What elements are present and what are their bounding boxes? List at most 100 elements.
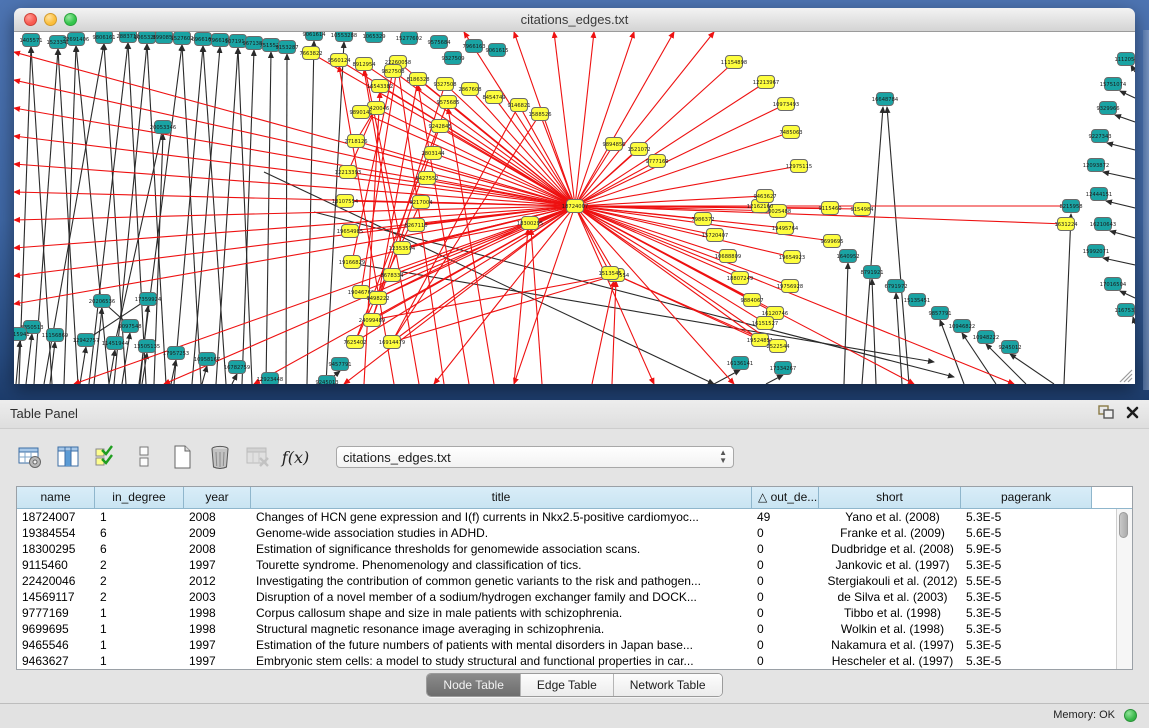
graph-node[interactable]: 10958167 xyxy=(194,353,220,366)
graph-node[interactable]: 9327509 xyxy=(441,52,464,65)
network-window-titlebar[interactable]: citations_edges.txt xyxy=(14,8,1135,32)
function-builder-icon[interactable]: f(x) xyxy=(282,444,309,471)
table-row[interactable]: 1872400712008Changes of HCN gene express… xyxy=(17,509,1132,525)
graph-node[interactable]: 15992071 xyxy=(1083,245,1109,258)
column-header-name[interactable]: name xyxy=(17,487,95,508)
graph-node[interactable]: 7986372 xyxy=(691,213,714,226)
graph-node[interactable]: 1527602 xyxy=(170,32,193,45)
graph-node[interactable]: 7663822 xyxy=(299,47,322,60)
graph-node[interactable]: 10553288 xyxy=(331,32,357,42)
table-settings-icon[interactable] xyxy=(16,444,43,471)
graph-node[interactable]: 12975115 xyxy=(786,160,812,173)
graph-node[interactable]: 16648784 xyxy=(872,93,899,106)
graph-node[interactable]: 19756928 xyxy=(777,280,803,293)
graph-node[interactable]: 1167533 xyxy=(1114,304,1135,317)
graph-node[interactable]: 7485063 xyxy=(779,126,802,139)
graph-node[interactable]: 12093872 xyxy=(1083,159,1109,172)
graph-node[interactable]: 9154984 xyxy=(850,203,874,216)
graph-node[interactable]: 9884067 xyxy=(740,294,763,307)
graph-node[interactable]: 9242845 xyxy=(428,120,451,133)
graph-node[interactable]: 9327508 xyxy=(433,78,456,91)
graph-node[interactable]: 15720407 xyxy=(702,229,728,242)
new-document-icon[interactable] xyxy=(168,444,195,471)
graph-node[interactable]: 17957253 xyxy=(163,347,189,360)
graph-node[interactable]: 9890141 xyxy=(349,106,372,119)
column-header-title[interactable]: title xyxy=(251,487,752,508)
tab-node-table[interactable]: Node Table xyxy=(427,674,521,696)
graph-node[interactable]: 9894856 xyxy=(602,138,625,151)
table-row[interactable]: 946362711997Embryonic stem cells: a mode… xyxy=(17,653,1132,669)
column-header-pagerank[interactable]: pagerank xyxy=(961,487,1092,508)
graph-node[interactable]: 9699695 xyxy=(820,235,843,248)
tab-network-table[interactable]: Network Table xyxy=(614,674,722,696)
graph-node[interactable]: 9498222 xyxy=(366,292,389,305)
graph-node[interactable]: 9217004 xyxy=(409,196,433,209)
graph-node[interactable]: 12444151 xyxy=(1086,188,1112,201)
graph-node[interactable]: 2867608 xyxy=(458,83,481,96)
graph-node[interactable]: 1631224 xyxy=(1054,218,1078,231)
graph-node[interactable]: 6791972 xyxy=(884,280,907,293)
graph-node[interactable]: 2522544 xyxy=(766,340,790,353)
graph-node[interactable]: 15277602 xyxy=(396,32,422,45)
table-row[interactable]: 1830029562008Estimation of significance … xyxy=(17,541,1132,557)
graph-node[interactable]: 2718126 xyxy=(344,135,367,148)
graph-node[interactable]: 9857791 xyxy=(928,307,951,320)
table-row[interactable]: 2242004622012Investigating the contribut… xyxy=(17,573,1132,589)
unselect-all-icon[interactable] xyxy=(130,444,157,471)
graph-node[interactable]: 17334267 xyxy=(770,362,796,375)
float-panel-icon[interactable] xyxy=(1098,405,1114,419)
graph-node[interactable]: 1405571 xyxy=(19,34,42,47)
graph-node[interactable]: 9227343 xyxy=(1088,130,1111,143)
graph-node[interactable]: 1065329 xyxy=(362,32,385,43)
graph-node[interactable]: 15751074 xyxy=(1100,78,1127,91)
graph-node[interactable]: 16914479 xyxy=(379,336,405,349)
graph-node[interactable]: 7625402 xyxy=(343,336,366,349)
canvas-resize-grip[interactable] xyxy=(1120,370,1132,382)
graph-node[interactable]: 2803144 xyxy=(421,147,445,160)
graph-node[interactable]: 10946822 xyxy=(949,320,975,333)
graph-node[interactable]: 16782759 xyxy=(224,361,250,374)
graph-node[interactable]: 1521072 xyxy=(627,143,650,156)
graph-node[interactable]: 12923448 xyxy=(257,373,283,385)
graph-node[interactable]: 9245012 xyxy=(998,341,1021,354)
column-header-out_de[interactable]: △ out_de... xyxy=(752,487,819,508)
graph-node[interactable]: 9560124 xyxy=(327,54,351,67)
graph-node[interactable]: 8186328 xyxy=(406,73,429,86)
graph-node[interactable]: 9329966 xyxy=(1096,102,1119,115)
graph-node[interactable]: 9153287 xyxy=(275,41,298,54)
graph-node[interactable]: 1588526 xyxy=(528,108,551,121)
column-header-in_degree[interactable]: in_degree xyxy=(95,487,184,508)
graph-node[interactable]: 9575684 xyxy=(427,36,451,49)
graph-node[interactable]: 19654923 xyxy=(779,251,805,264)
graph-node[interactable]: 11154898 xyxy=(721,56,747,69)
graph-node[interactable]: 9146821 xyxy=(507,99,530,112)
graph-node[interactable]: 8454749 xyxy=(482,91,505,104)
graph-node[interactable]: 20206536 xyxy=(89,295,115,308)
graph-node[interactable]: 16136141 xyxy=(727,357,753,370)
graph-node[interactable]: 9463627 xyxy=(753,190,776,203)
graph-node[interactable]: 8678334 xyxy=(380,269,404,282)
graph-node[interactable]: 12213967 xyxy=(753,76,779,89)
graph-node[interactable]: 15135451 xyxy=(904,294,930,307)
graph-node[interactable]: 17359924 xyxy=(135,293,162,306)
table-scrollbar[interactable] xyxy=(1116,509,1132,669)
graph-node[interactable]: 8267110 xyxy=(404,219,427,232)
table-row[interactable]: 1456911722003Disruption of a novel membe… xyxy=(17,589,1132,605)
graph-node[interactable]: 11156869 xyxy=(42,329,68,342)
graph-node[interactable]: 1112054 xyxy=(1114,53,1135,66)
graph-node[interactable]: 1513545 xyxy=(598,267,621,280)
graph-node[interactable]: 9575685 xyxy=(436,96,459,109)
column-header-short[interactable]: short xyxy=(819,487,961,508)
graph-node[interactable]: 8912954 xyxy=(352,58,376,71)
table-selector-dropdown[interactable]: citations_edges.txt ▲▼ xyxy=(336,446,734,468)
table-row[interactable]: 977716911998Corpus callosum shape and si… xyxy=(17,605,1132,621)
graph-node[interactable]: 9457791 xyxy=(328,358,351,371)
table-scrollbar-thumb[interactable] xyxy=(1119,512,1128,538)
table-row[interactable]: 1938455462009Genome-wide association stu… xyxy=(17,525,1132,541)
graph-node[interactable]: 9097548 xyxy=(118,320,141,333)
graph-node[interactable]: 12942757 xyxy=(73,334,99,347)
select-columns-icon[interactable] xyxy=(54,444,81,471)
graph-node[interactable]: 8215958 xyxy=(1059,200,1082,213)
graph-node[interactable]: 9827508 xyxy=(381,65,404,78)
graph-node[interactable]: 19166829 xyxy=(339,256,365,269)
